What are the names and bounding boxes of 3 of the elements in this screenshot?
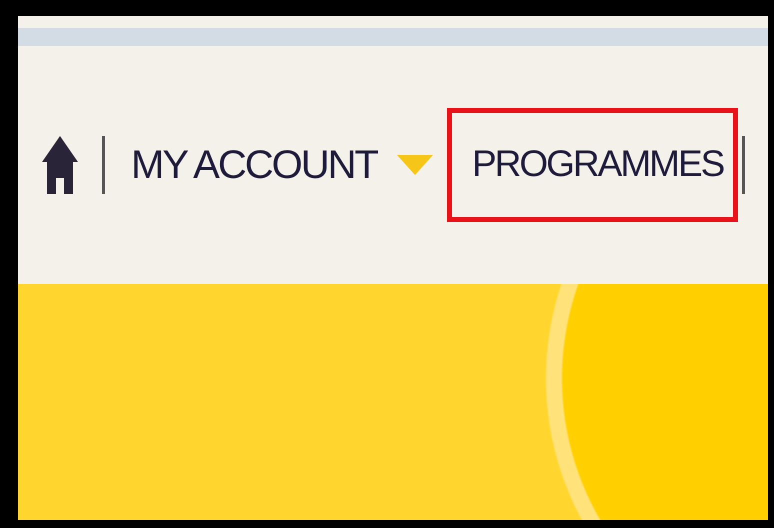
nav-link[interactable]: MY ACCOUNT bbox=[131, 142, 377, 188]
nav-link[interactable]: PROGRAMMES bbox=[472, 143, 724, 185]
home-icon[interactable] bbox=[40, 134, 80, 196]
